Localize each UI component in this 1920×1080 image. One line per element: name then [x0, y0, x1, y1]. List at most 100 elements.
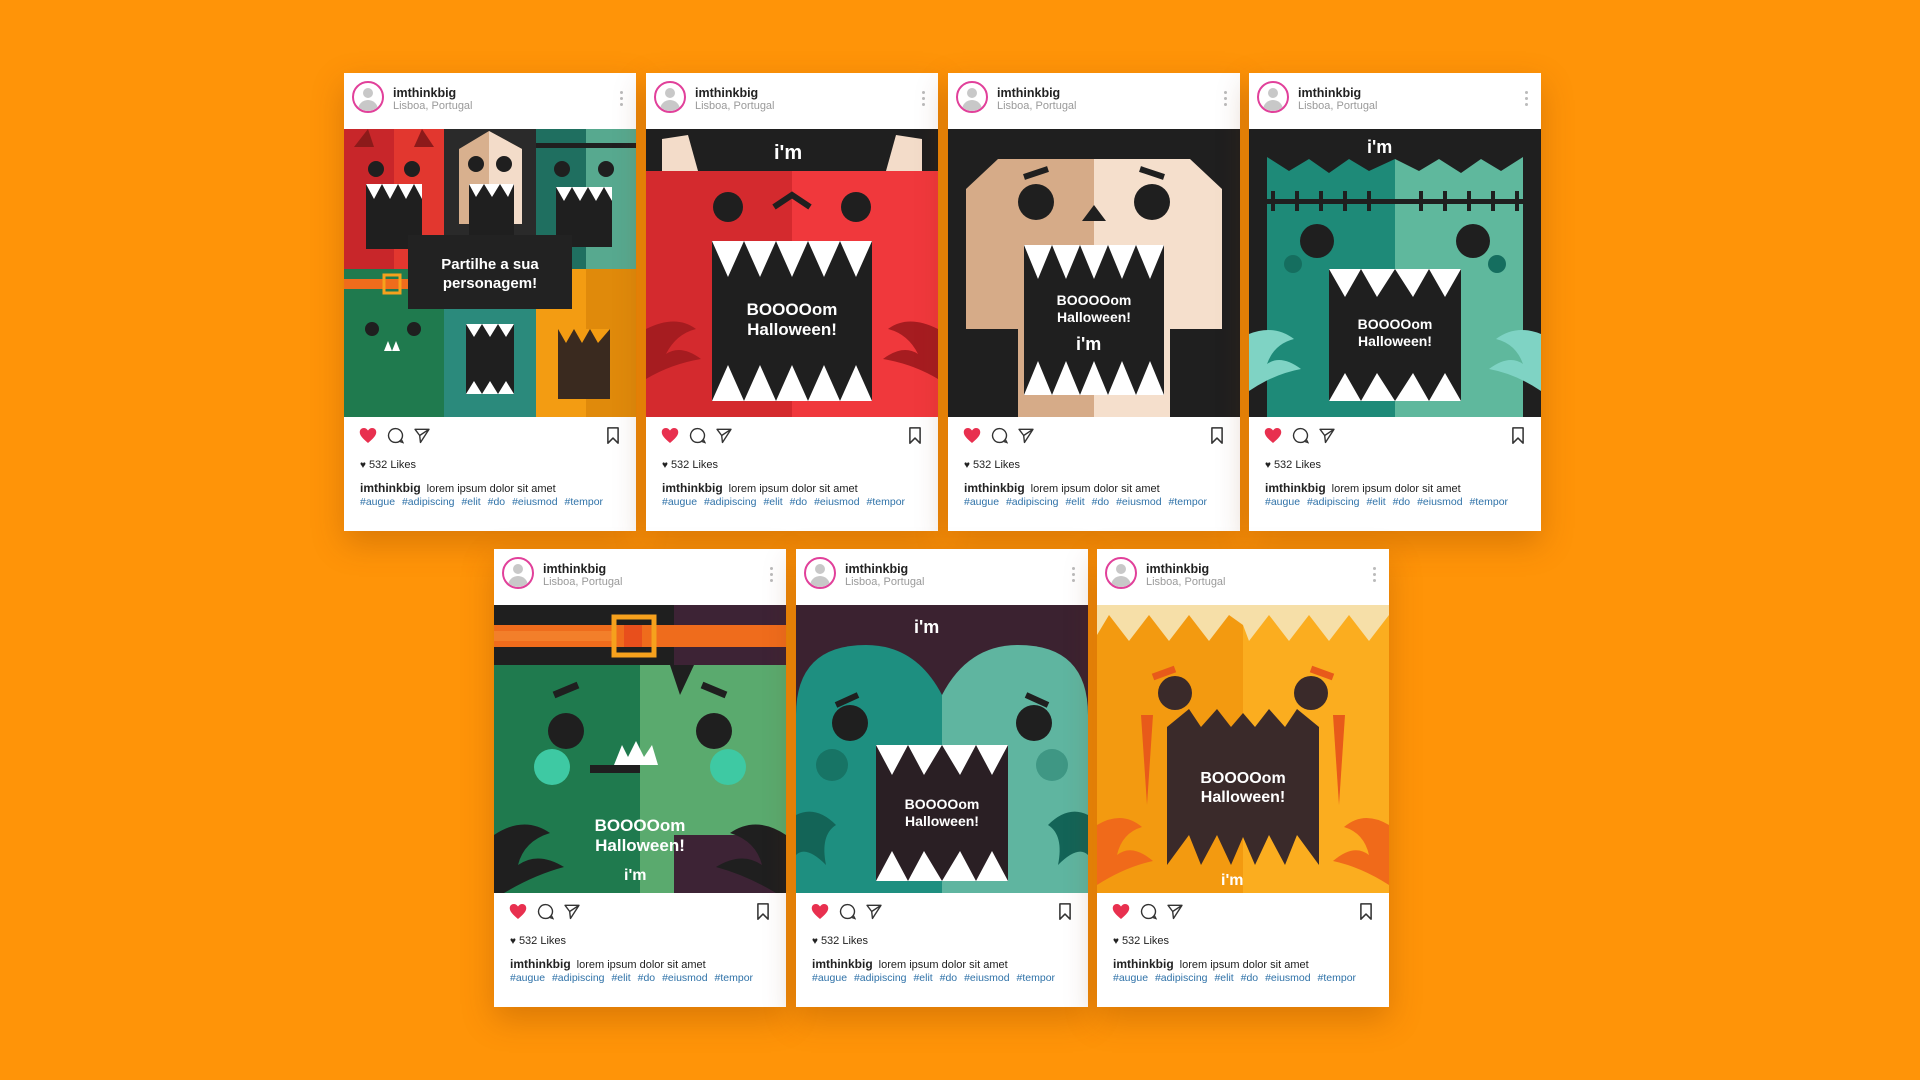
hashtag[interactable]: #eiusmod [512, 496, 558, 508]
hashtag[interactable]: #eiusmod [1116, 496, 1162, 508]
comment-icon[interactable] [991, 427, 1008, 444]
hashtag[interactable]: #augue [964, 496, 999, 508]
caption-username[interactable]: imthinkbig [1265, 481, 1326, 495]
comment-icon[interactable] [839, 903, 856, 920]
caption-username[interactable]: imthinkbig [360, 481, 421, 495]
hashtag[interactable]: #elit [763, 496, 782, 508]
send-icon[interactable] [1166, 903, 1184, 920]
hashtag[interactable]: #tempor [1169, 496, 1208, 508]
send-icon[interactable] [715, 427, 733, 444]
more-icon[interactable] [1525, 91, 1529, 109]
comment-icon[interactable] [387, 427, 404, 444]
hashtag[interactable]: #elit [611, 972, 630, 984]
caption-username[interactable]: imthinkbig [662, 481, 723, 495]
hashtag[interactable]: #augue [662, 496, 697, 508]
hashtag[interactable]: #augue [360, 496, 395, 508]
more-icon[interactable] [1072, 567, 1076, 585]
heart-icon[interactable] [661, 427, 679, 444]
hashtag[interactable]: #eiusmod [814, 496, 860, 508]
hashtag[interactable]: #adipiscing [1307, 496, 1360, 508]
heart-icon[interactable] [1264, 427, 1282, 444]
send-icon[interactable] [413, 427, 431, 444]
post-username[interactable]: imthinkbig [1146, 562, 1209, 576]
hashtag[interactable]: #eiusmod [964, 972, 1010, 984]
hashtag[interactable]: #elit [461, 496, 480, 508]
bookmark-icon[interactable] [1210, 427, 1224, 444]
comment-icon[interactable] [1292, 427, 1309, 444]
hashtag[interactable]: #eiusmod [662, 972, 708, 984]
post-username[interactable]: imthinkbig [543, 562, 606, 576]
likes-count[interactable]: ♥ 532 Likes [812, 935, 868, 947]
hashtag[interactable]: #tempor [715, 972, 754, 984]
hashtag[interactable]: #adipiscing [552, 972, 605, 984]
hashtag[interactable]: #tempor [565, 496, 604, 508]
hashtag[interactable]: #tempor [1017, 972, 1056, 984]
bookmark-icon[interactable] [756, 903, 770, 920]
caption-username[interactable]: imthinkbig [812, 957, 873, 971]
likes-count[interactable]: ♥ 532 Likes [360, 459, 416, 471]
comment-icon[interactable] [1140, 903, 1157, 920]
bookmark-icon[interactable] [1058, 903, 1072, 920]
hashtag[interactable]: #eiusmod [1265, 972, 1311, 984]
heart-icon[interactable] [359, 427, 377, 444]
avatar-icon[interactable] [956, 81, 988, 113]
more-icon[interactable] [1224, 91, 1228, 109]
hashtag[interactable]: #adipiscing [402, 496, 455, 508]
send-icon[interactable] [865, 903, 883, 920]
avatar-icon[interactable] [654, 81, 686, 113]
hashtag[interactable]: #do [488, 496, 506, 508]
hashtag[interactable]: #elit [913, 972, 932, 984]
caption-username[interactable]: imthinkbig [1113, 957, 1174, 971]
comment-icon[interactable] [689, 427, 706, 444]
hashtag[interactable]: #adipiscing [1155, 972, 1208, 984]
bookmark-icon[interactable] [1359, 903, 1373, 920]
more-icon[interactable] [620, 91, 624, 109]
hashtag[interactable]: #adipiscing [854, 972, 907, 984]
post-username[interactable]: imthinkbig [997, 86, 1060, 100]
hashtag[interactable]: #do [790, 496, 808, 508]
likes-count[interactable]: ♥ 532 Likes [510, 935, 566, 947]
hashtag[interactable]: #elit [1214, 972, 1233, 984]
avatar-icon[interactable] [804, 557, 836, 589]
caption-username[interactable]: imthinkbig [510, 957, 571, 971]
heart-icon[interactable] [1112, 903, 1130, 920]
hashtag[interactable]: #do [1393, 496, 1411, 508]
bookmark-icon[interactable] [1511, 427, 1525, 444]
avatar-icon[interactable] [1105, 557, 1137, 589]
hashtag[interactable]: #augue [1113, 972, 1148, 984]
post-username[interactable]: imthinkbig [393, 86, 456, 100]
bookmark-icon[interactable] [606, 427, 620, 444]
likes-count[interactable]: ♥ 532 Likes [1113, 935, 1169, 947]
hashtag[interactable]: #elit [1065, 496, 1084, 508]
hashtag[interactable]: #do [1092, 496, 1110, 508]
post-username[interactable]: imthinkbig [695, 86, 758, 100]
hashtag[interactable]: #augue [1265, 496, 1300, 508]
hashtag[interactable]: #tempor [867, 496, 906, 508]
hashtag[interactable]: #tempor [1318, 972, 1357, 984]
hashtag[interactable]: #augue [510, 972, 545, 984]
hashtag[interactable]: #elit [1366, 496, 1385, 508]
heart-icon[interactable] [811, 903, 829, 920]
heart-icon[interactable] [509, 903, 527, 920]
hashtag[interactable]: #do [940, 972, 958, 984]
comment-icon[interactable] [537, 903, 554, 920]
likes-count[interactable]: ♥ 532 Likes [662, 459, 718, 471]
avatar-icon[interactable] [502, 557, 534, 589]
hashtag[interactable]: #tempor [1470, 496, 1509, 508]
more-icon[interactable] [770, 567, 774, 585]
likes-count[interactable]: ♥ 532 Likes [964, 459, 1020, 471]
send-icon[interactable] [1318, 427, 1336, 444]
hashtag[interactable]: #adipiscing [1006, 496, 1059, 508]
hashtag[interactable]: #eiusmod [1417, 496, 1463, 508]
likes-count[interactable]: ♥ 532 Likes [1265, 459, 1321, 471]
caption-username[interactable]: imthinkbig [964, 481, 1025, 495]
heart-icon[interactable] [963, 427, 981, 444]
post-username[interactable]: imthinkbig [1298, 86, 1361, 100]
post-username[interactable]: imthinkbig [845, 562, 908, 576]
send-icon[interactable] [563, 903, 581, 920]
hashtag[interactable]: #adipiscing [704, 496, 757, 508]
avatar-icon[interactable] [1257, 81, 1289, 113]
avatar-icon[interactable] [352, 81, 384, 113]
hashtag[interactable]: #do [1241, 972, 1259, 984]
send-icon[interactable] [1017, 427, 1035, 444]
